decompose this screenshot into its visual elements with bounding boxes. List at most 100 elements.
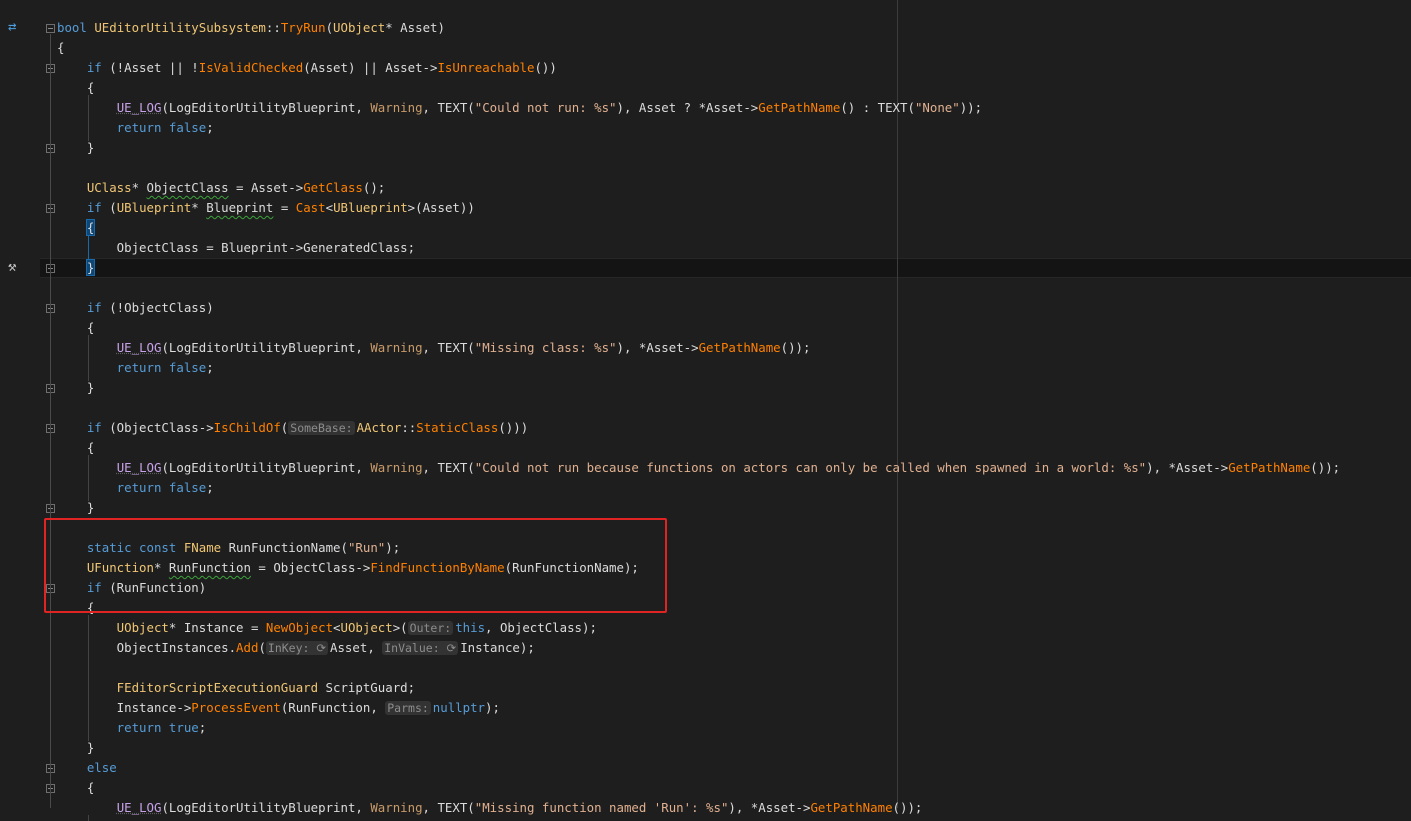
sync-navigate-icon[interactable]: ⇄ xyxy=(8,19,16,35)
code-line[interactable]: if (!Asset || !IsValidChecked(Asset) || … xyxy=(57,58,557,78)
fold-toggle-icon[interactable] xyxy=(46,24,55,33)
code-line[interactable]: { xyxy=(57,318,94,338)
code-token: (LogEditorUtilityBlueprint, xyxy=(161,340,371,355)
code-line[interactable]: ObjectInstances.Add(InKey: ⟳ Asset, InVal… xyxy=(57,638,535,658)
code-token: Warning xyxy=(370,340,423,355)
code-token: Warning xyxy=(370,460,423,475)
fold-range-line xyxy=(50,34,51,808)
code-line[interactable]: if (!ObjectClass) xyxy=(57,298,214,318)
code-line[interactable]: { xyxy=(57,598,94,618)
code-token: ); xyxy=(485,700,500,715)
code-line[interactable]: return false; xyxy=(57,478,214,498)
code-line[interactable]: if (ObjectClass->IsChildOf(SomeBase: AAct… xyxy=(57,418,528,438)
code-line[interactable]: if (RunFunction) xyxy=(57,578,206,598)
code-token: Instance-> xyxy=(57,700,192,715)
code-line[interactable]: UObject* Instance = NewObject<UObject>(O… xyxy=(57,618,597,638)
code-token: UE_LOG xyxy=(116,100,162,115)
code-token: (RunFunction, xyxy=(280,700,386,715)
code-token: ), *Asset-> xyxy=(1146,460,1229,475)
code-token: AActor xyxy=(356,420,402,435)
code-token: FName xyxy=(183,540,222,555)
code-token: nullptr xyxy=(432,700,486,715)
code-line[interactable]: else xyxy=(57,758,117,778)
code-line[interactable]: static const FName RunFunctionName("Run"… xyxy=(57,538,400,558)
code-line[interactable]: return false; xyxy=(57,358,214,378)
code-token: { xyxy=(57,40,65,55)
code-token: ObjectInstances. xyxy=(57,640,237,655)
code-token: (RunFunction) xyxy=(109,580,207,595)
code-token: (RunFunctionName); xyxy=(504,560,639,575)
code-token: >(Asset)) xyxy=(407,200,475,215)
code-token: ; xyxy=(198,720,207,735)
parameter-hint: Parms: xyxy=(385,701,431,715)
code-token: return false xyxy=(57,360,207,375)
code-editor[interactable]: ⇄⚒ bool UEditorUtilitySubsystem::TryRun(… xyxy=(0,0,1411,821)
code-token: = ObjectClass-> xyxy=(250,560,371,575)
code-token: )); xyxy=(959,100,983,115)
code-line[interactable]: { xyxy=(57,78,94,98)
code-line[interactable]: } xyxy=(57,138,94,158)
code-token: * xyxy=(131,180,147,195)
code-line[interactable]: { xyxy=(57,438,94,458)
current-line-highlight xyxy=(40,258,1411,278)
code-line[interactable]: } xyxy=(57,258,96,278)
code-token: Asset, xyxy=(330,640,383,655)
code-line[interactable]: ObjectClass = Blueprint->GeneratedClass; xyxy=(57,238,415,258)
code-token: (LogEditorUtilityBlueprint, xyxy=(161,460,371,475)
parameter-hint: InKey: ⟳ xyxy=(265,641,329,655)
code-line[interactable]: UE_LOG(LogEditorUtilityBlueprint, Warnin… xyxy=(57,338,811,358)
code-token: (Asset) || Asset-> xyxy=(303,60,438,75)
code-token: } xyxy=(57,740,95,755)
code-line[interactable]: return true; xyxy=(57,718,207,738)
hammer-build-icon[interactable]: ⚒ xyxy=(8,259,16,275)
code-token: (); xyxy=(362,180,386,195)
code-token: ObjectClass = Blueprint->GeneratedClass; xyxy=(57,240,416,255)
code-line[interactable]: UFunction* RunFunction = ObjectClass->Fi… xyxy=(57,558,639,578)
code-token: :: xyxy=(401,420,417,435)
code-token: , TEXT( xyxy=(422,340,475,355)
code-token: ; xyxy=(206,360,214,375)
code-line[interactable]: UE_LOG(LogEditorUtilityBlueprint, Warnin… xyxy=(57,458,1340,478)
code-token: * xyxy=(191,200,207,215)
code-token: NewObject xyxy=(265,620,334,635)
code-line[interactable]: { xyxy=(57,778,94,798)
code-token: GetClass xyxy=(303,180,363,195)
code-token: ()); xyxy=(780,340,811,355)
code-line[interactable]: } xyxy=(57,498,94,518)
code-token: GetPathName xyxy=(758,100,841,115)
code-line[interactable]: UClass* ObjectClass = Asset->GetClass(); xyxy=(57,178,385,198)
code-line[interactable]: } xyxy=(57,738,94,758)
code-line[interactable]: } xyxy=(57,378,94,398)
code-token: ObjectClass xyxy=(146,180,229,195)
code-line[interactable]: { xyxy=(57,218,96,238)
code-token: } xyxy=(57,140,95,155)
code-token: FEditorScriptExecutionGuard xyxy=(57,680,319,695)
code-token: Blueprint xyxy=(206,200,274,215)
code-token: StaticClass xyxy=(416,420,499,435)
code-token: "Could not run because functions on acto… xyxy=(474,460,1147,475)
code-line[interactable]: Instance->ProcessEvent(RunFunction, Parm… xyxy=(57,698,500,718)
code-line[interactable]: return false; xyxy=(57,118,214,138)
code-token: UObject xyxy=(57,620,169,635)
code-token: IsUnreachable xyxy=(437,60,535,75)
code-line[interactable]: UE_LOG(LogEditorUtilityBlueprint, Warnin… xyxy=(57,98,982,118)
code-token: } xyxy=(57,380,95,395)
code-line[interactable]: if (UBlueprint* Blueprint = Cast<UBluepr… xyxy=(57,198,475,218)
code-token: () : TEXT( xyxy=(840,100,915,115)
code-line[interactable]: UE_LOG(LogEditorUtilityBlueprint, Warnin… xyxy=(57,798,923,818)
code-token: UBlueprint xyxy=(116,200,192,215)
code-token: * Instance = xyxy=(168,620,266,635)
code-token: (ObjectClass-> xyxy=(109,420,214,435)
code-line[interactable]: { xyxy=(57,38,64,58)
code-token: ()) xyxy=(534,60,557,75)
code-token: if xyxy=(57,60,110,75)
code-token: FindFunctionByName xyxy=(370,560,505,575)
code-token: , TEXT( xyxy=(422,460,475,475)
code-token: Add xyxy=(236,640,259,655)
code-token: if xyxy=(57,420,110,435)
code-line[interactable]: bool UEditorUtilitySubsystem::TryRun(UOb… xyxy=(57,18,445,38)
code-line[interactable]: FEditorScriptExecutionGuard ScriptGuard; xyxy=(57,678,415,698)
